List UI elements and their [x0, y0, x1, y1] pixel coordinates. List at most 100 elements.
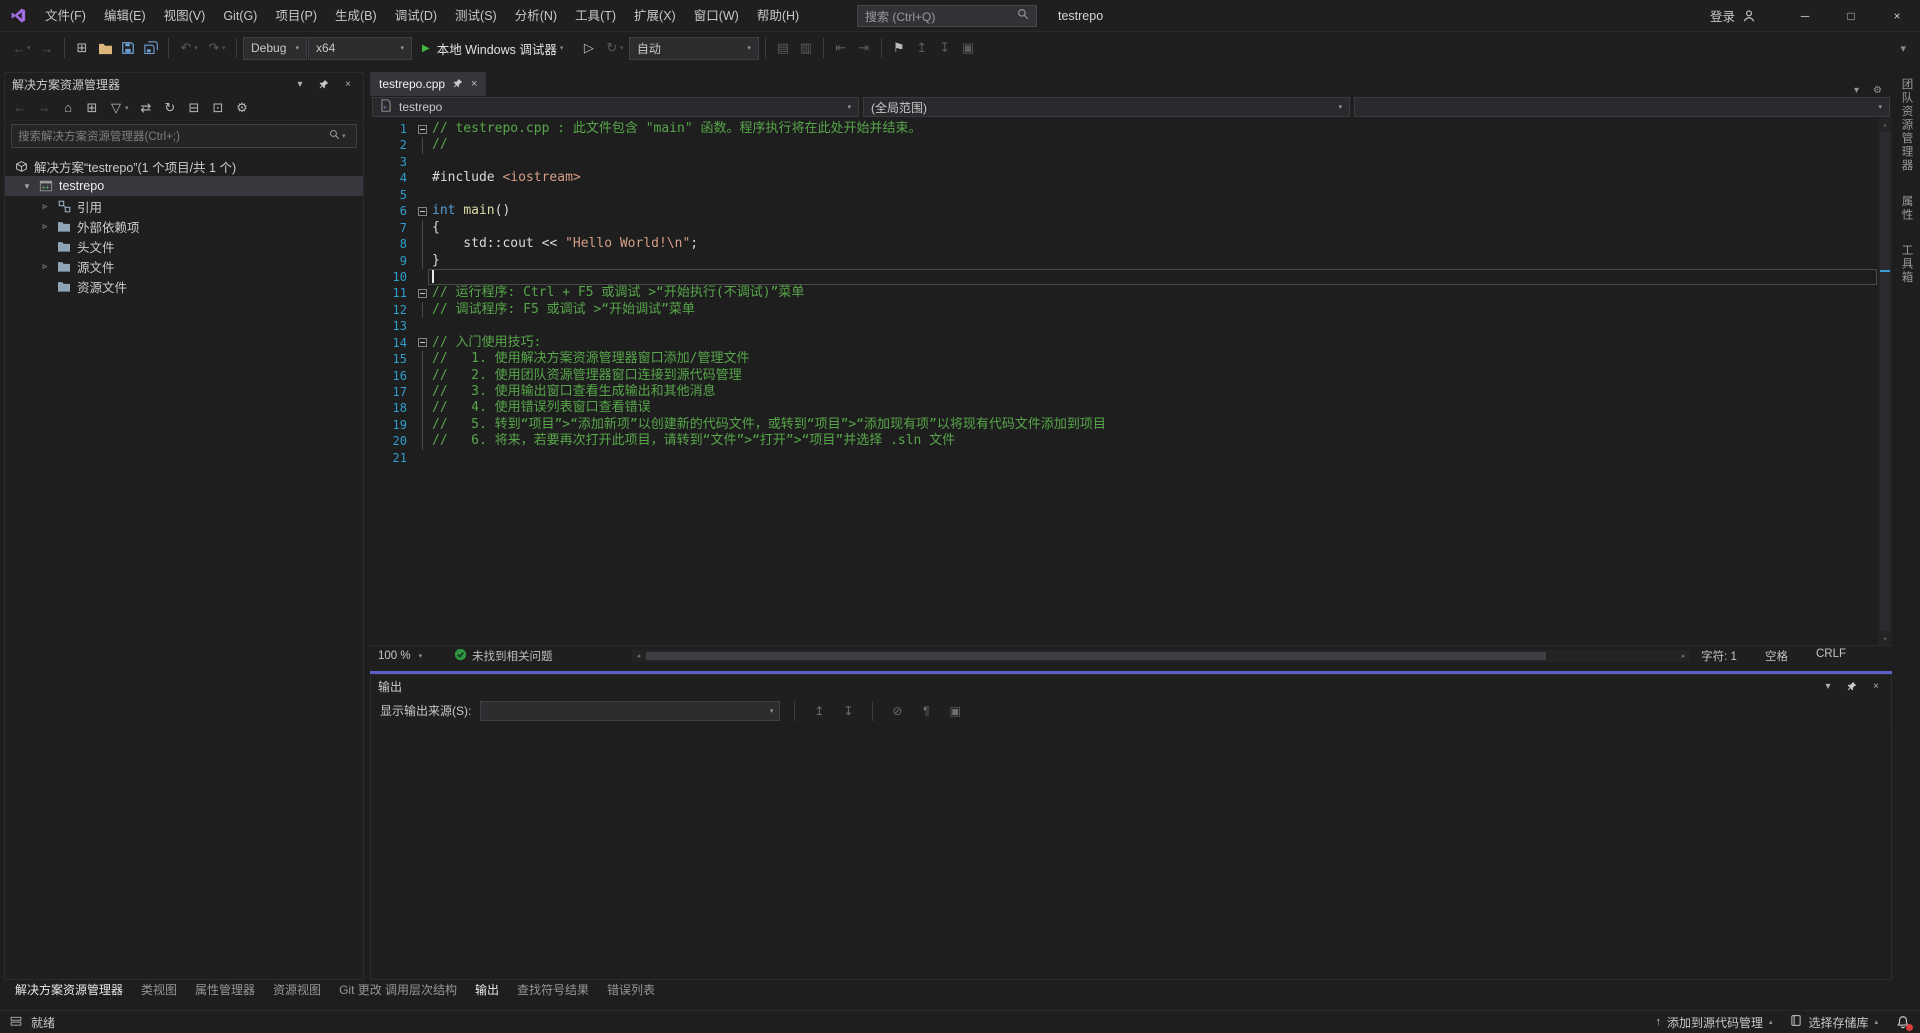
- code-line[interactable]: 8 std::cout << "Hello World!\n";: [370, 236, 1892, 252]
- navigate-forward-icon[interactable]: →: [36, 37, 58, 59]
- comment-selection-icon[interactable]: ▤: [772, 37, 794, 59]
- line-ending-indicator[interactable]: CRLF: [1816, 648, 1846, 664]
- code-line[interactable]: 1// testrepo.cpp : 此文件包含 "main" 函数。程序执行将…: [370, 121, 1892, 137]
- code-line[interactable]: 12// 调试程序: F5 或调试 >“开始调试”菜单: [370, 302, 1892, 318]
- toolbar-options-icon[interactable]: ▾: [1900, 42, 1920, 55]
- home-icon[interactable]: ⌂: [57, 97, 79, 119]
- show-all-files-icon[interactable]: ⊡: [207, 97, 229, 119]
- solution-platform-dropdown[interactable]: x64 ▾: [308, 37, 412, 60]
- filter-icon[interactable]: ▽: [105, 97, 127, 119]
- word-wrap-icon[interactable]: ¶: [916, 701, 936, 721]
- next-bookmark-icon[interactable]: ↧: [934, 37, 956, 59]
- tool-window-tab[interactable]: 属性管理器: [186, 980, 264, 1001]
- scrollbar-thumb[interactable]: [646, 652, 1546, 660]
- clear-all-icon[interactable]: ⊘: [887, 701, 907, 721]
- code-line[interactable]: 15// 1. 使用解决方案资源管理器窗口添加/管理文件: [370, 351, 1892, 367]
- code-line[interactable]: 19// 5. 转到“项目”>“添加新项”以创建新的代码文件，或转到“项目”>“…: [370, 417, 1892, 433]
- code-editor[interactable]: 1// testrepo.cpp : 此文件包含 "main" 函数。程序执行将…: [370, 118, 1892, 645]
- side-tab[interactable]: 属性: [1899, 195, 1915, 222]
- close-tab-icon[interactable]: ×: [471, 78, 477, 90]
- background-tasks-icon[interactable]: [10, 1015, 22, 1030]
- properties-icon[interactable]: ⚙: [231, 97, 253, 119]
- refresh-icon[interactable]: ↻: [159, 97, 181, 119]
- tree-item[interactable]: ▹外部依赖项: [5, 216, 363, 236]
- code-line[interactable]: 7{: [370, 220, 1892, 236]
- code-line[interactable]: 3: [370, 154, 1892, 170]
- project-dropdown[interactable]: + testrepo ▾: [372, 97, 859, 117]
- decrease-indent-icon[interactable]: ⇤: [830, 37, 852, 59]
- code-line[interactable]: 4#include <iostream>: [370, 170, 1892, 186]
- filter-caret-icon[interactable]: ▾: [125, 104, 133, 112]
- minimize-button[interactable]: ─: [1782, 0, 1828, 32]
- code-line[interactable]: 13: [370, 318, 1892, 334]
- menu-item[interactable]: 生成(B): [326, 0, 386, 32]
- toggle-bookmark-icon[interactable]: ⚑: [888, 37, 910, 59]
- output-source-dropdown[interactable]: ▾: [480, 701, 780, 721]
- save-icon[interactable]: [117, 37, 139, 59]
- code-line[interactable]: 9}: [370, 253, 1892, 269]
- tree-item[interactable]: ▹引用: [5, 196, 363, 216]
- fold-collapse-icon[interactable]: [418, 207, 427, 216]
- search-options-caret-icon[interactable]: ▾: [342, 132, 350, 140]
- document-health-indicator[interactable]: 未找到相关问题: [454, 648, 553, 664]
- hot-reload-caret-icon[interactable]: ▾: [620, 44, 628, 52]
- close-button[interactable]: ×: [1874, 0, 1920, 32]
- tool-window-tab[interactable]: 类视图: [132, 980, 186, 1001]
- fold-collapse-icon[interactable]: [418, 338, 427, 347]
- pin-icon[interactable]: [1844, 681, 1860, 691]
- scroll-up-icon[interactable]: ▴: [1878, 118, 1892, 131]
- switch-views-icon[interactable]: ⊞: [81, 97, 103, 119]
- tool-window-tab[interactable]: 调用层次结构: [376, 980, 466, 1001]
- se-forward-icon[interactable]: →: [33, 97, 55, 119]
- solution-explorer-search-box[interactable]: 搜索解决方案资源管理器(Ctrl+;) ▾: [11, 124, 357, 148]
- start-without-debugging-icon[interactable]: ▷: [578, 37, 600, 59]
- open-file-icon[interactable]: [94, 37, 116, 59]
- fold-collapse-icon[interactable]: [418, 289, 427, 298]
- column-indicator[interactable]: 字符: 1: [1701, 648, 1737, 664]
- menu-item[interactable]: 测试(S): [446, 0, 506, 32]
- code-line[interactable]: 2//: [370, 137, 1892, 153]
- menu-item[interactable]: 分析(N): [506, 0, 566, 32]
- side-tab[interactable]: 团队资源管理器: [1899, 78, 1915, 173]
- menu-item[interactable]: Git(G): [214, 0, 266, 32]
- sign-in-link[interactable]: 登录: [1710, 6, 1735, 25]
- active-documents-dropdown-icon[interactable]: ▾: [1854, 85, 1859, 96]
- tool-window-tab[interactable]: 查找符号结果: [508, 980, 598, 1001]
- uncomment-selection-icon[interactable]: ▥: [795, 37, 817, 59]
- code-line[interactable]: 21: [370, 450, 1892, 466]
- vertical-scrollbar[interactable]: ▴ ▾: [1878, 118, 1892, 645]
- tree-item[interactable]: 资源文件: [5, 276, 363, 296]
- add-to-source-control-button[interactable]: ↑ 添加到源代码管理 ▴: [1655, 1014, 1772, 1031]
- sync-with-active-document-icon[interactable]: ⇄: [135, 97, 157, 119]
- increase-indent-icon[interactable]: ⇥: [853, 37, 875, 59]
- menu-item[interactable]: 视图(V): [155, 0, 215, 32]
- tree-item[interactable]: ▹源文件: [5, 256, 363, 276]
- window-position-icon[interactable]: ▾: [1820, 681, 1836, 692]
- tool-window-tab[interactable]: 解决方案资源管理器: [6, 980, 132, 1001]
- code-line[interactable]: 10: [370, 269, 1892, 285]
- code-line[interactable]: 18// 4. 使用错误列表窗口查看错误: [370, 400, 1892, 416]
- menu-item[interactable]: 窗口(W): [685, 0, 748, 32]
- spaces-indicator[interactable]: 空格: [1765, 648, 1788, 664]
- next-message-icon[interactable]: ↧: [838, 701, 858, 721]
- tree-item[interactable]: 头文件: [5, 236, 363, 256]
- code-line[interactable]: 20// 6. 将来，若要再次打开此项目，请转到“文件”>“打开”>“项目”并选…: [370, 433, 1892, 449]
- close-icon[interactable]: ×: [340, 79, 356, 90]
- navigate-back-caret-icon[interactable]: ▾: [27, 44, 35, 52]
- solution-node[interactable]: 解决方案“testrepo”(1 个项目/共 1 个): [5, 156, 363, 176]
- scroll-right-icon[interactable]: ▸: [1677, 650, 1690, 662]
- expander-icon[interactable]: ▾: [21, 181, 33, 192]
- scope-dropdown[interactable]: (全局范围) ▾: [863, 97, 1350, 117]
- code-line[interactable]: 16// 2. 使用团队资源管理器窗口连接到源代码管理: [370, 368, 1892, 384]
- pin-icon[interactable]: [453, 77, 463, 91]
- project-node[interactable]: ▾ ++ testrepo: [5, 176, 363, 196]
- menu-item[interactable]: 编辑(E): [95, 0, 155, 32]
- code-line[interactable]: 17// 3. 使用输出窗口查看生成输出和其他消息: [370, 384, 1892, 400]
- output-content[interactable]: [372, 724, 1890, 978]
- collapse-all-icon[interactable]: ⊟: [183, 97, 205, 119]
- scroll-left-icon[interactable]: ◂: [632, 650, 645, 662]
- menu-item[interactable]: 文件(F): [36, 0, 95, 32]
- menu-item[interactable]: 扩展(X): [625, 0, 685, 32]
- notifications-bell-icon[interactable]: [1896, 1015, 1910, 1029]
- save-all-icon[interactable]: [140, 37, 162, 59]
